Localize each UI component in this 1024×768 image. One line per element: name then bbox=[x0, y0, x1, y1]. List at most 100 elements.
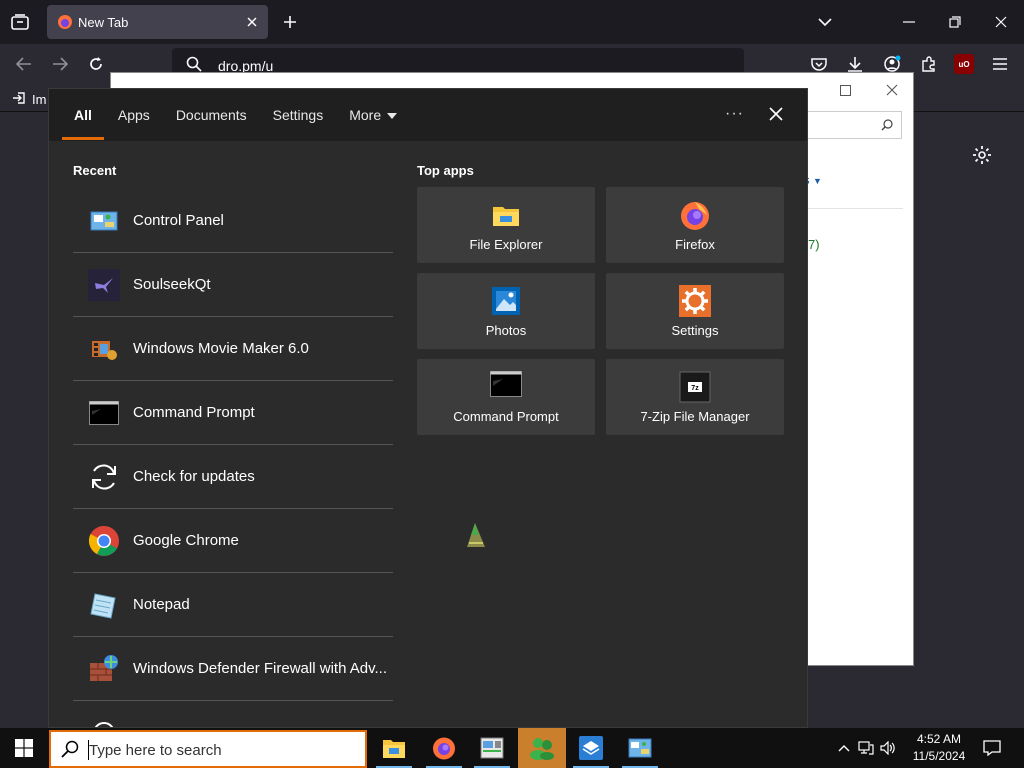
taskbar-control-panel-alt[interactable] bbox=[468, 728, 516, 768]
account-icon[interactable] bbox=[880, 54, 904, 74]
firefox-icon bbox=[432, 736, 456, 760]
new-tab-icon[interactable] bbox=[280, 12, 300, 32]
forward-icon[interactable] bbox=[50, 54, 70, 74]
close-window-icon[interactable] bbox=[990, 12, 1012, 32]
troubleshoot-icon bbox=[88, 717, 120, 727]
firefox-icon bbox=[679, 199, 711, 231]
close-tab-icon[interactable] bbox=[245, 15, 259, 29]
top-app-label: 7-Zip File Manager bbox=[640, 409, 750, 424]
tab-all[interactable]: All bbox=[62, 107, 104, 140]
recent-item-soulseekqt[interactable]: SoulseekQt bbox=[73, 253, 393, 317]
top-app-file-explorer[interactable]: File Explorer bbox=[417, 187, 595, 263]
top-app-command-prompt[interactable]: Command Prompt bbox=[417, 359, 595, 435]
recent-item-check-for-updates[interactable]: Check for updates bbox=[73, 445, 393, 509]
recent-item-label: Notepad bbox=[133, 596, 190, 613]
recent-item-control-panel[interactable]: Control Panel bbox=[73, 189, 393, 253]
gear-icon[interactable] bbox=[972, 145, 992, 165]
recent-item-label: Control Panel bbox=[133, 212, 224, 229]
maximize-icon[interactable] bbox=[840, 85, 851, 96]
windows-start-button[interactable] bbox=[0, 728, 48, 768]
chevron-up-icon[interactable] bbox=[838, 744, 850, 752]
cursor-busy-icon bbox=[465, 521, 487, 551]
tab-list-icon[interactable] bbox=[8, 10, 32, 34]
recent-item-label: SoulseekQt bbox=[133, 276, 211, 293]
volume-icon[interactable] bbox=[880, 741, 896, 755]
taskbar-control-panel[interactable] bbox=[616, 728, 664, 768]
menu-icon[interactable] bbox=[990, 54, 1010, 74]
notepad-icon bbox=[88, 589, 120, 621]
taskbar-file-explorer[interactable] bbox=[370, 728, 418, 768]
recent-item-partial[interactable] bbox=[73, 701, 393, 727]
close-icon[interactable] bbox=[768, 106, 784, 122]
file-explorer-icon bbox=[382, 737, 406, 759]
list-all-tabs-icon[interactable] bbox=[814, 12, 836, 32]
taskbar-search-input[interactable]: Type here to search bbox=[49, 730, 367, 768]
top-apps-heading: Top apps bbox=[417, 163, 474, 178]
movie-maker-icon bbox=[88, 333, 120, 365]
pocket-icon[interactable] bbox=[808, 54, 830, 74]
top-app-firefox[interactable]: Firefox bbox=[606, 187, 784, 263]
close-icon[interactable] bbox=[886, 84, 898, 96]
taskbar-soulseek-active[interactable] bbox=[518, 728, 566, 768]
photos-icon bbox=[490, 285, 522, 317]
top-app-7zip[interactable]: 7z 7-Zip File Manager bbox=[606, 359, 784, 435]
clock[interactable]: 4:52 AM 11/5/2024 bbox=[910, 731, 968, 765]
recent-list: Control Panel SoulseekQt Windows Movie M… bbox=[73, 189, 393, 727]
svg-text:7z: 7z bbox=[691, 385, 699, 392]
start-menu-search-panel: All Apps Documents Settings More ··· Rec… bbox=[48, 88, 808, 728]
top-app-label: File Explorer bbox=[469, 237, 543, 252]
tab-settings[interactable]: Settings bbox=[273, 107, 324, 123]
tab-new-tab[interactable]: New Tab bbox=[47, 5, 268, 39]
restore-icon[interactable] bbox=[944, 12, 966, 32]
recent-item-label: Command Prompt bbox=[133, 404, 255, 421]
7zip-icon: 7z bbox=[679, 371, 711, 403]
top-app-label: Settings bbox=[671, 323, 719, 338]
network-icon[interactable] bbox=[858, 741, 874, 755]
top-app-settings[interactable]: Settings bbox=[606, 273, 784, 349]
recent-item-movie-maker[interactable]: Windows Movie Maker 6.0 bbox=[73, 317, 393, 381]
control-panel-icon bbox=[480, 737, 504, 759]
extensions-icon[interactable] bbox=[918, 54, 940, 74]
taskbar-sandbox[interactable] bbox=[567, 728, 615, 768]
recent-item-label: Windows Defender Firewall with Adv... bbox=[133, 660, 387, 677]
top-app-label: Command Prompt bbox=[453, 409, 559, 424]
tab-more[interactable]: More bbox=[349, 107, 398, 123]
soulseek-icon bbox=[88, 268, 120, 301]
settings-icon bbox=[679, 285, 711, 317]
system-tray bbox=[838, 728, 896, 768]
tab-more-label: More bbox=[349, 107, 382, 123]
green-people-icon bbox=[529, 736, 555, 760]
taskbar-firefox[interactable] bbox=[420, 728, 468, 768]
search-icon bbox=[61, 740, 79, 758]
top-app-photos[interactable]: Photos bbox=[417, 273, 595, 349]
recent-heading: Recent bbox=[73, 163, 117, 178]
chrome-icon bbox=[88, 525, 120, 557]
tab-documents[interactable]: Documents bbox=[176, 107, 247, 123]
recent-item-google-chrome[interactable]: Google Chrome bbox=[73, 509, 393, 573]
search-placeholder: Type here to search bbox=[89, 742, 222, 759]
minimize-icon[interactable] bbox=[898, 12, 920, 32]
import-bookmarks-icon bbox=[12, 91, 26, 105]
ublock-origin-icon[interactable]: uO bbox=[954, 54, 974, 74]
recent-item-label: Google Chrome bbox=[133, 532, 239, 549]
sandbox-icon bbox=[579, 736, 603, 760]
clock-date: 11/5/2024 bbox=[912, 749, 966, 763]
browser-tab-bar: New Tab bbox=[0, 0, 1024, 44]
recent-item-notepad[interactable]: Notepad bbox=[73, 573, 393, 637]
top-app-label: Firefox bbox=[675, 237, 715, 252]
recent-item-command-prompt[interactable]: Command Prompt bbox=[73, 381, 393, 445]
control-panel-search-input[interactable] bbox=[806, 111, 902, 139]
back-icon[interactable] bbox=[14, 54, 34, 74]
recent-item-firewall[interactable]: Windows Defender Firewall with Adv... bbox=[73, 637, 393, 701]
dropdown-caret-icon: ▼ bbox=[813, 176, 822, 186]
notifications-icon[interactable] bbox=[980, 737, 1004, 759]
import-bookmarks-link[interactable]: Im bbox=[32, 92, 46, 107]
search-filter-header: All Apps Documents Settings More ··· bbox=[49, 89, 807, 141]
reload-icon[interactable] bbox=[86, 54, 106, 74]
more-options-icon[interactable]: ··· bbox=[725, 105, 744, 123]
item-count-text: 7) bbox=[808, 237, 820, 252]
downloads-icon[interactable] bbox=[844, 54, 866, 74]
tab-apps[interactable]: Apps bbox=[118, 107, 150, 123]
firewall-icon bbox=[88, 653, 120, 685]
update-icon bbox=[88, 461, 120, 493]
